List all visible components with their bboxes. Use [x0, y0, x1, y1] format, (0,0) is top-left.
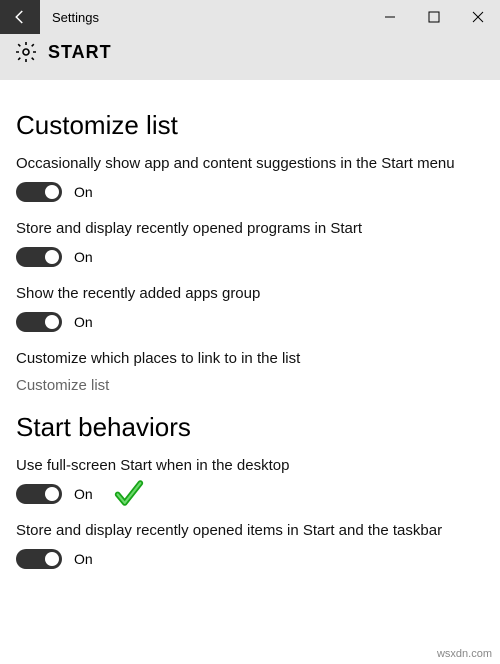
- option-label: Show the recently added apps group: [16, 285, 484, 302]
- gear-icon: [14, 40, 38, 64]
- maximize-button[interactable]: [412, 0, 456, 34]
- section-title-behaviors: Start behaviors: [16, 412, 484, 443]
- toggle-state: On: [74, 184, 93, 200]
- back-arrow-icon: [11, 8, 29, 26]
- option-fullscreen-start: Use full-screen Start when in the deskto…: [16, 457, 484, 504]
- customize-list-link[interactable]: Customize list: [16, 377, 484, 394]
- page-header: START: [0, 34, 500, 80]
- toggle-state: On: [74, 551, 93, 567]
- option-recent-items-taskbar: Store and display recently opened items …: [16, 522, 484, 569]
- option-recent-programs: Store and display recently opened progra…: [16, 220, 484, 267]
- maximize-icon: [428, 11, 440, 23]
- option-label: Store and display recently opened progra…: [16, 220, 484, 237]
- minimize-button[interactable]: [368, 0, 412, 34]
- toggle-recently-added[interactable]: [16, 312, 62, 332]
- content-area: Customize list Occasionally show app and…: [0, 80, 500, 569]
- back-button[interactable]: [0, 0, 40, 34]
- window-title: Settings: [52, 10, 368, 25]
- minimize-icon: [384, 11, 396, 23]
- watermark: wsxdn.com: [437, 648, 492, 660]
- option-label: Customize which places to link to in the…: [16, 350, 484, 367]
- toggle-state: On: [74, 486, 93, 502]
- option-label: Use full-screen Start when in the deskto…: [16, 457, 484, 474]
- checkmark-icon: [112, 476, 146, 515]
- option-suggestions: Occasionally show app and content sugges…: [16, 155, 484, 202]
- toggle-suggestions[interactable]: [16, 182, 62, 202]
- toggle-state: On: [74, 249, 93, 265]
- section-title-customize: Customize list: [16, 110, 484, 141]
- option-label: Store and display recently opened items …: [16, 522, 484, 539]
- window-controls: [368, 0, 500, 34]
- close-button[interactable]: [456, 0, 500, 34]
- toggle-fullscreen-start[interactable]: [16, 484, 62, 504]
- toggle-state: On: [74, 314, 93, 330]
- close-icon: [472, 11, 484, 23]
- option-label: Occasionally show app and content sugges…: [16, 155, 484, 172]
- titlebar: Settings: [0, 0, 500, 34]
- option-recently-added: Show the recently added apps group On: [16, 285, 484, 332]
- toggle-recent-items-taskbar[interactable]: [16, 549, 62, 569]
- option-customize-places: Customize which places to link to in the…: [16, 350, 484, 394]
- page-title: START: [48, 42, 112, 63]
- toggle-recent-programs[interactable]: [16, 247, 62, 267]
